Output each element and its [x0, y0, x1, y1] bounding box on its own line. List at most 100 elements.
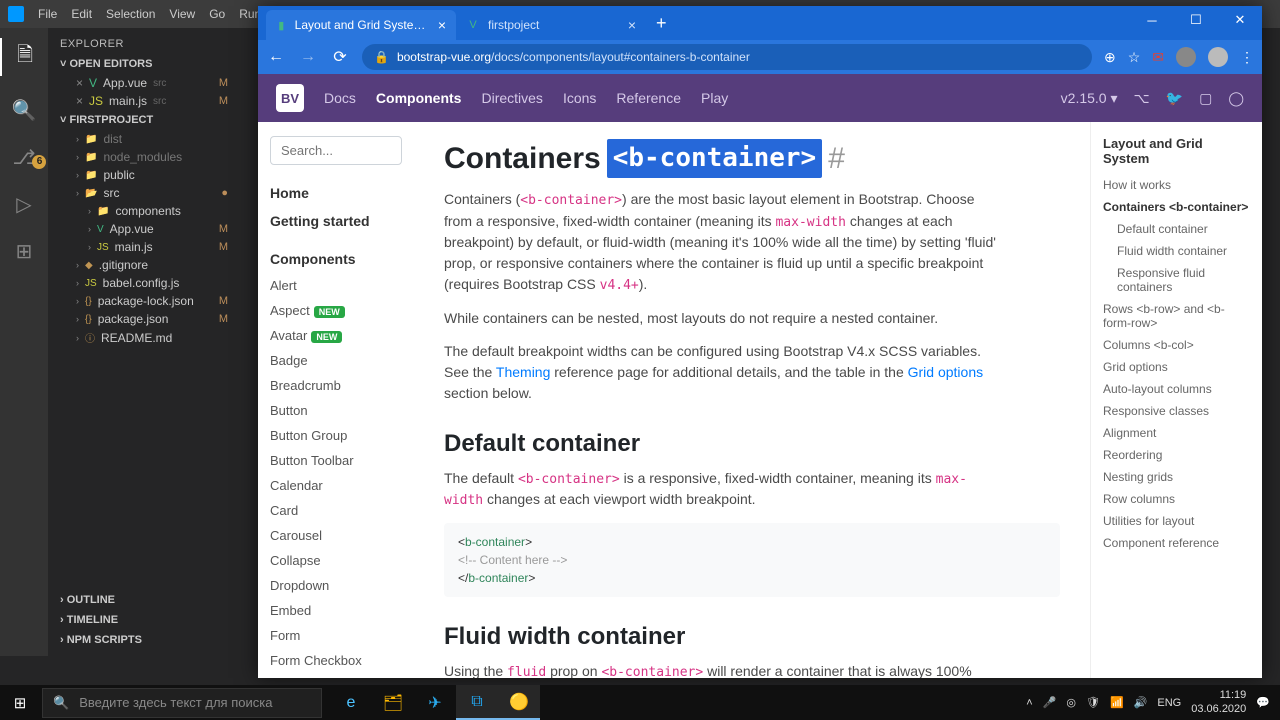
taskbar-search[interactable]: 🔍 Введите здесь текст для поиска — [42, 688, 322, 718]
nav-icons[interactable]: Icons — [563, 90, 596, 106]
tree-item[interactable]: › JS main.jsM — [48, 238, 240, 256]
sidebar-item[interactable]: Dropdown — [270, 573, 402, 598]
version-dropdown[interactable]: v2.15.0 ▾ — [1061, 90, 1118, 107]
vscode-taskbar-icon[interactable]: ⧉ — [456, 685, 498, 720]
tree-item[interactable]: › 📂 src● — [48, 184, 240, 202]
sidebar-item[interactable]: Button Toolbar — [270, 448, 402, 473]
forward-icon[interactable]: → — [298, 48, 318, 66]
open-editors-section[interactable]: ˅ OPEN EDITORS — [48, 54, 240, 74]
tree-item[interactable]: › V App.vueM — [48, 220, 240, 238]
sidebar-item[interactable]: Breadcrumb — [270, 373, 402, 398]
menu-view[interactable]: View — [169, 7, 195, 21]
timeline-section[interactable]: › TIMELINE — [48, 610, 240, 630]
bv-logo[interactable]: BV — [276, 84, 304, 112]
sidebar-item[interactable]: Button Group — [270, 423, 402, 448]
explorer-icon[interactable]: 🗎 — [0, 38, 48, 76]
search-icon[interactable]: 🔍 — [12, 98, 37, 123]
tray-mic-icon[interactable]: 🎤 — [1043, 696, 1057, 709]
editor-app-vue[interactable]: × V App.vue srcM — [48, 74, 240, 92]
menu-selection[interactable]: Selection — [106, 7, 155, 21]
minimize-button[interactable]: ─ — [1130, 6, 1174, 34]
outline-section[interactable]: › OUTLINE — [48, 590, 240, 610]
toc-item[interactable]: Responsive classes — [1103, 400, 1250, 422]
edge-icon[interactable]: e — [330, 685, 372, 720]
nav-play[interactable]: Play — [701, 90, 728, 106]
close-button[interactable]: ✕ — [1218, 6, 1262, 34]
nav-directives[interactable]: Directives — [481, 90, 542, 106]
sidebar-item[interactable]: AvatarNEW — [270, 323, 402, 348]
nav-reference[interactable]: Reference — [616, 90, 681, 106]
bookmark-icon[interactable]: ☆ — [1128, 49, 1141, 66]
tray-clock[interactable]: 11:19 03.06.2020 — [1191, 689, 1246, 715]
toc-item[interactable]: Auto-layout columns — [1103, 378, 1250, 400]
tray-wifi-icon[interactable]: 📶 — [1110, 696, 1124, 709]
toc-item[interactable]: Columns <b-col> — [1103, 334, 1250, 356]
tree-item[interactable]: › ⓘ README.md — [48, 328, 240, 347]
address-bar[interactable]: 🔒 bootstrap-vue.org/docs/components/layo… — [362, 44, 1092, 70]
tab-firstproject[interactable]: V firstpoject × — [456, 10, 646, 40]
search-input[interactable] — [270, 136, 402, 165]
npm-scripts-section[interactable]: › NPM SCRIPTS — [48, 630, 240, 650]
sidebar-item[interactable]: Embed — [270, 598, 402, 623]
menu-icon[interactable]: ⋮ — [1240, 49, 1254, 66]
toc-item[interactable]: Responsive fluid containers — [1103, 262, 1250, 298]
toc-item[interactable]: Containers <b-container> — [1103, 196, 1250, 218]
project-section[interactable]: ˅ FIRSTPROJECT — [48, 110, 240, 130]
source-control-icon[interactable]: ⎇6 — [12, 145, 35, 170]
start-button[interactable]: ⊞ — [0, 685, 40, 720]
menu-go[interactable]: Go — [209, 7, 225, 21]
editor-main-js[interactable]: × JS main.js srcM — [48, 92, 240, 110]
tree-item[interactable]: › 📁 public — [48, 166, 240, 184]
telegram-icon[interactable]: ✈ — [414, 685, 456, 720]
file-explorer-icon[interactable]: 🗂 — [372, 685, 414, 720]
sidebar-item[interactable]: Form Checkbox — [270, 648, 402, 673]
tab-bootstrap-vue[interactable]: ▮ Layout and Grid System | Compo × — [266, 10, 456, 40]
tray-lang[interactable]: ENG — [1157, 697, 1181, 709]
theming-link[interactable]: Theming — [496, 364, 550, 380]
sidebar-item[interactable]: Collapse — [270, 548, 402, 573]
toc-item[interactable]: Nesting grids — [1103, 466, 1250, 488]
profile-avatar-2[interactable] — [1208, 47, 1228, 67]
twitter-icon[interactable]: 🐦 — [1166, 90, 1183, 107]
sidebar-item[interactable]: Alert — [270, 273, 402, 298]
toc-item[interactable]: Row columns — [1103, 488, 1250, 510]
toc-item[interactable]: Alignment — [1103, 422, 1250, 444]
new-tab-button[interactable]: + — [646, 13, 677, 34]
tray-volume-icon[interactable]: 🔊 — [1134, 696, 1148, 709]
install-icon[interactable]: ⊕ — [1104, 49, 1116, 66]
reload-icon[interactable]: ⟳ — [330, 47, 350, 67]
sidebar-item[interactable]: Carousel — [270, 523, 402, 548]
debug-icon[interactable]: ▷ — [16, 192, 31, 217]
close-icon[interactable]: × — [628, 17, 636, 33]
sidebar-item[interactable]: Form — [270, 623, 402, 648]
close-icon[interactable]: × — [438, 17, 446, 33]
tree-item[interactable]: › 📁 components — [48, 202, 240, 220]
tree-item[interactable]: › {} package-lock.jsonM — [48, 292, 240, 310]
extensions-icon[interactable]: ⊞ — [16, 239, 33, 264]
toc-item[interactable]: Utilities for layout — [1103, 510, 1250, 532]
tree-item[interactable]: › {} package.jsonM — [48, 310, 240, 328]
toc-item[interactable]: Rows <b-row> and <b-form-row> — [1103, 298, 1250, 334]
sidebar-item[interactable]: Button — [270, 398, 402, 423]
tree-item[interactable]: › ◆ .gitignore — [48, 256, 240, 274]
tree-item[interactable]: › 📁 node_modules — [48, 148, 240, 166]
sidebar-item[interactable]: Form Datepicker — [270, 673, 402, 678]
tray-location-icon[interactable]: ◎ — [1066, 696, 1076, 709]
sidebar-getting-started[interactable]: Getting started — [270, 207, 402, 235]
sidebar-item[interactable]: AspectNEW — [270, 298, 402, 323]
tray-chevron-icon[interactable]: ˄ — [1026, 697, 1032, 709]
profile-avatar[interactable] — [1176, 47, 1196, 67]
sidebar-item[interactable]: Badge — [270, 348, 402, 373]
sidebar-item[interactable]: Calendar — [270, 473, 402, 498]
toc-item[interactable]: Fluid width container — [1103, 240, 1250, 262]
tray-notifications-icon[interactable]: 💬 — [1256, 696, 1270, 709]
toc-item[interactable]: Grid options — [1103, 356, 1250, 378]
nav-docs[interactable]: Docs — [324, 90, 356, 106]
grid-options-link[interactable]: Grid options — [908, 364, 983, 380]
tray-defender-icon[interactable]: 🛡 — [1086, 696, 1100, 709]
maximize-button[interactable]: ☐ — [1174, 6, 1218, 34]
chrome-taskbar-icon[interactable]: 🟡 — [498, 685, 540, 720]
tree-item[interactable]: › JS babel.config.js — [48, 274, 240, 292]
opencollective-icon[interactable]: ◯ — [1228, 90, 1244, 107]
anchor-icon[interactable]: # — [828, 136, 845, 181]
